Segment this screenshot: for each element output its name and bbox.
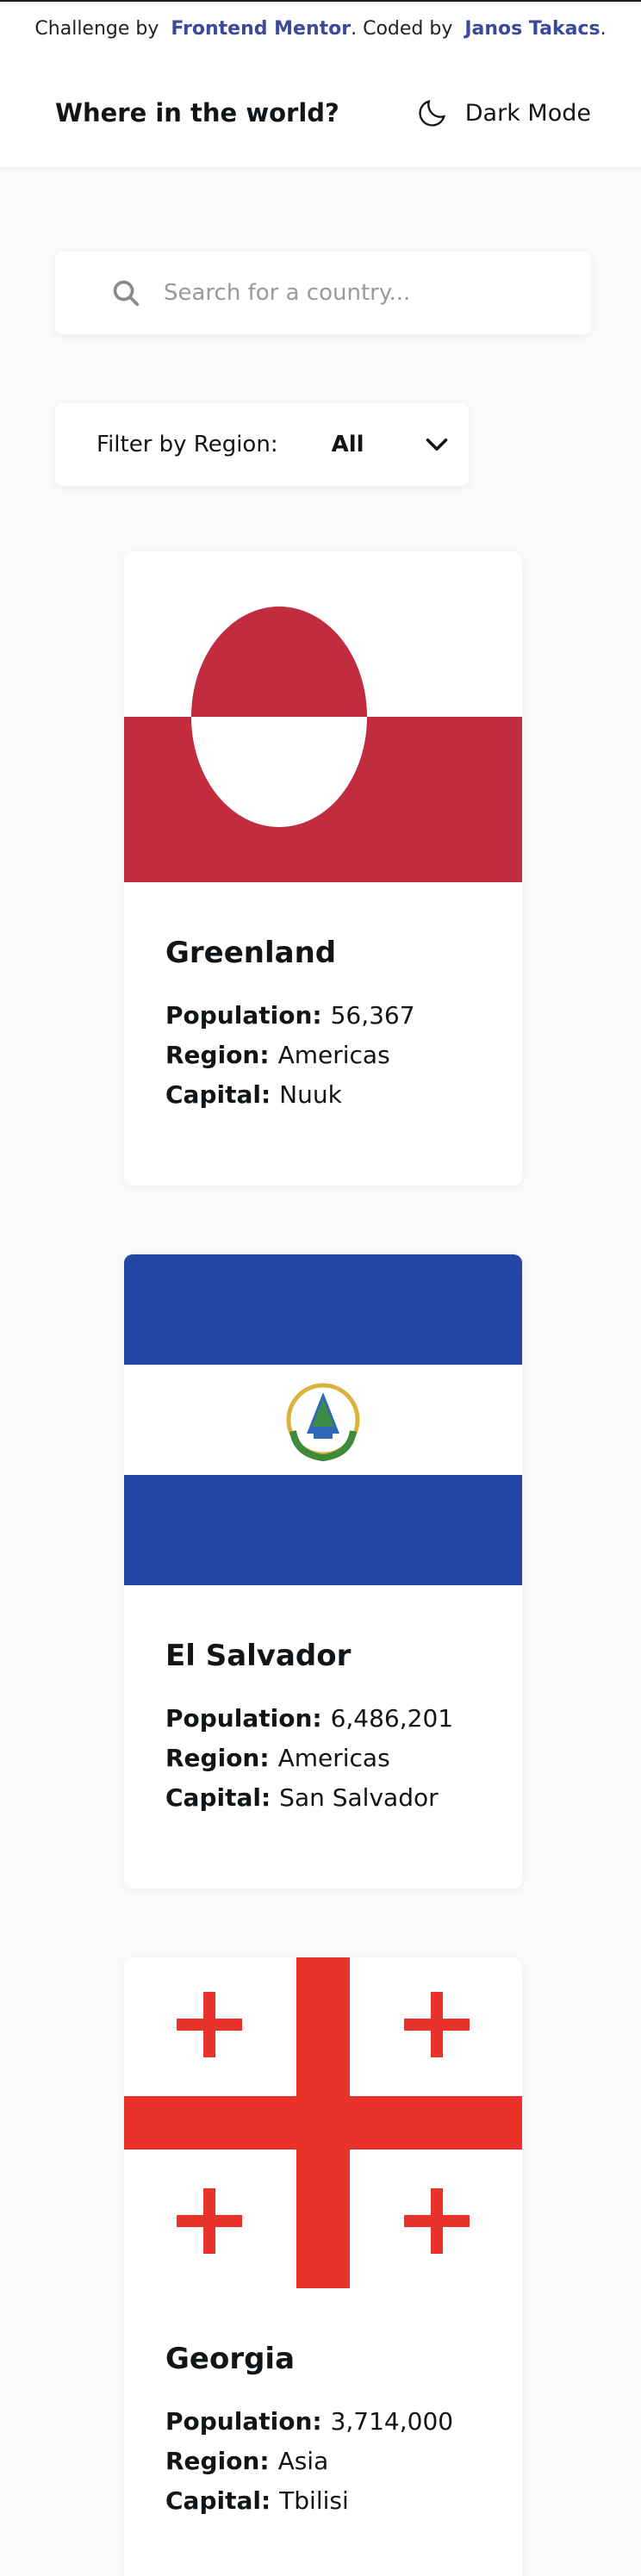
region-label: Region:	[165, 2447, 270, 2475]
population-value: 3,714,000	[330, 2407, 454, 2436]
region-row: Region: Americas	[165, 1036, 481, 1075]
region-label: Region:	[165, 1041, 270, 1069]
capital-row: Capital: San Salvador	[165, 1778, 481, 1818]
search-bar	[55, 252, 591, 334]
search-icon	[113, 280, 140, 307]
capital-value: Tbilisi	[279, 2486, 349, 2515]
site-header: Where in the world? Dark Mode	[0, 59, 641, 167]
population-row: Population: 6,486,201	[165, 1699, 481, 1739]
frontend-mentor-link[interactable]: Frontend Mentor	[171, 18, 351, 40]
population-label: Population:	[165, 1704, 322, 1733]
filter-label: Filter by Region:	[96, 432, 278, 457]
attribution-middle: . Coded by	[351, 18, 453, 40]
country-name: Georgia	[165, 2342, 296, 2376]
region-value: Asia	[277, 2447, 329, 2475]
country-card-georgia[interactable]: Georgia Population: 3,714,000 Region: Asia…	[124, 1957, 522, 2576]
region-value: Americas	[277, 1744, 390, 1772]
capital-label: Capital:	[165, 2486, 271, 2515]
dark-mode-toggle[interactable]: Dark Mode	[415, 96, 591, 130]
attribution: Challenge by Frontend Mentor. Coded by J…	[0, 2, 641, 59]
region-value: Americas	[277, 1041, 390, 1069]
author-link[interactable]: Janos Takacs	[464, 18, 600, 40]
population-value: 6,486,201	[330, 1704, 454, 1733]
population-value: 56,367	[330, 1001, 415, 1030]
attribution-suffix: .	[600, 18, 607, 40]
capital-label: Capital:	[165, 1080, 271, 1109]
population-label: Population:	[165, 1001, 322, 1030]
attribution-prefix: Challenge by	[34, 18, 159, 40]
population-row: Population: 56,367	[165, 996, 481, 1036]
population-row: Population: 3,714,000	[165, 2402, 481, 2442]
greenland-flag	[124, 551, 522, 882]
capital-value: Nuuk	[279, 1080, 342, 1109]
capital-row: Capital: Tbilisi	[165, 2481, 481, 2521]
country-name: El Salvador	[165, 1639, 352, 1673]
capital-row: Capital: Nuuk	[165, 1075, 481, 1115]
country-card-el-salvador[interactable]: El Salvador Population: 6,486,201 Region:…	[124, 1254, 522, 1888]
region-row: Region: Americas	[165, 1739, 481, 1778]
filter-selected-value: All	[331, 432, 364, 457]
dark-mode-label: Dark Mode	[464, 99, 591, 127]
capital-value: San Salvador	[279, 1783, 439, 1812]
moon-icon	[419, 99, 445, 127]
population-label: Population:	[165, 2407, 322, 2436]
capital-label: Capital:	[165, 1783, 271, 1812]
chevron-down-icon	[426, 438, 447, 451]
region-filter-dropdown[interactable]: Filter by Region: All	[55, 403, 469, 486]
el-salvador-flag	[124, 1254, 522, 1585]
search-input[interactable]	[164, 280, 560, 306]
country-card-greenland[interactable]: Greenland Population: 56,367 Region: Ameri…	[124, 551, 522, 1185]
region-row: Region: Asia	[165, 2442, 481, 2481]
region-label: Region:	[165, 1744, 270, 1772]
site-title: Where in the world?	[55, 98, 339, 128]
country-name: Greenland	[165, 936, 337, 970]
georgia-flag	[124, 1957, 522, 2288]
